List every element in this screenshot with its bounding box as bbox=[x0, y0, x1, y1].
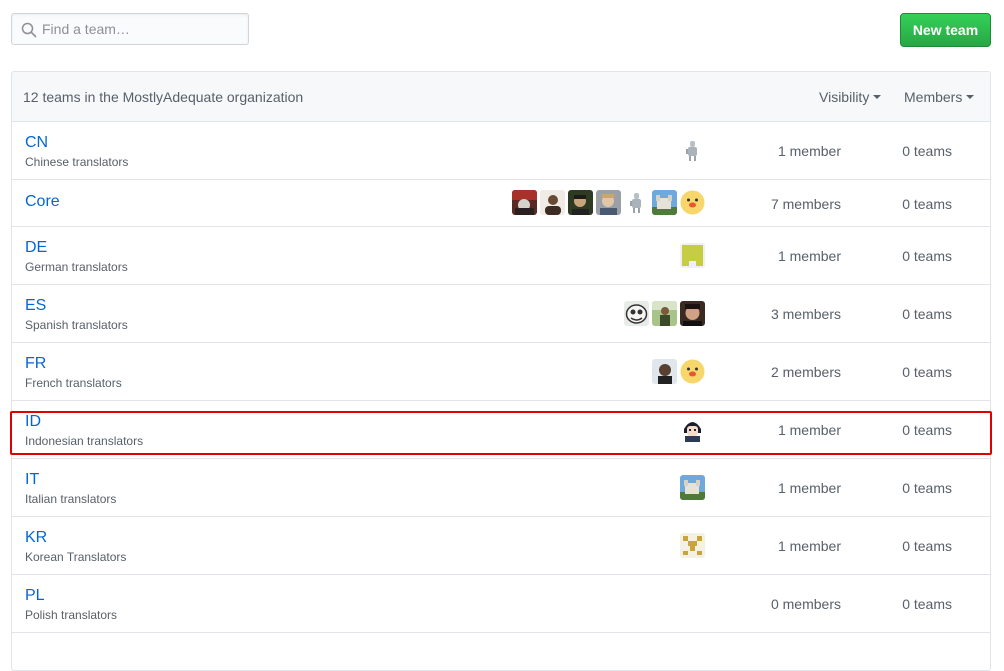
child-team-count-link[interactable]: 0 teams bbox=[902, 364, 952, 380]
member-avatars bbox=[680, 475, 705, 501]
member-avatars bbox=[680, 533, 705, 559]
member-count-link[interactable]: 2 members bbox=[771, 364, 841, 380]
team-name-link[interactable]: ID bbox=[25, 413, 41, 431]
avatar[interactable] bbox=[512, 190, 537, 215]
teams-list-header: 12 teams in the MostlyAdequate organizat… bbox=[12, 72, 990, 122]
child-team-count-link[interactable]: 0 teams bbox=[902, 306, 952, 322]
avatar[interactable] bbox=[652, 190, 677, 215]
team-row: PL Polish translators 0 members 0 teams bbox=[12, 575, 990, 633]
team-name-link[interactable]: Core bbox=[25, 193, 60, 211]
avatar[interactable] bbox=[624, 301, 649, 326]
member-avatars bbox=[652, 359, 705, 385]
avatar[interactable] bbox=[680, 301, 705, 326]
team-search-box[interactable] bbox=[11, 13, 249, 45]
search-icon bbox=[21, 22, 37, 38]
avatar[interactable] bbox=[680, 243, 705, 268]
child-team-count-link[interactable]: 0 teams bbox=[902, 480, 952, 496]
team-row: CN Chinese translators 1 member 0 teams bbox=[12, 122, 990, 180]
member-count-link[interactable]: 1 member bbox=[778, 422, 841, 438]
child-team-count-link[interactable]: 0 teams bbox=[902, 196, 952, 212]
avatar[interactable] bbox=[540, 190, 565, 215]
team-description: French translators bbox=[25, 376, 122, 390]
team-name-link[interactable]: ES bbox=[25, 297, 46, 315]
child-team-count-link[interactable]: 0 teams bbox=[902, 538, 952, 554]
avatar[interactable] bbox=[680, 190, 705, 215]
team-description: Italian translators bbox=[25, 492, 117, 506]
member-count-link[interactable]: 3 members bbox=[771, 306, 841, 322]
member-count-link[interactable]: 0 members bbox=[771, 596, 841, 612]
avatar[interactable] bbox=[596, 190, 621, 215]
team-row: ES Spanish translators 3 members 0 teams bbox=[12, 285, 990, 343]
child-team-count-link[interactable]: 0 teams bbox=[902, 143, 952, 159]
member-count-link[interactable]: 1 member bbox=[778, 480, 841, 496]
team-name-link[interactable]: IT bbox=[25, 471, 39, 489]
caret-down-icon bbox=[873, 95, 882, 100]
team-description: Chinese translators bbox=[25, 155, 129, 169]
team-description: Polish translators bbox=[25, 608, 118, 622]
child-team-count-link[interactable]: 0 teams bbox=[902, 422, 952, 438]
team-row: KR Korean Translators 1 member 0 teams bbox=[12, 517, 990, 575]
avatar[interactable] bbox=[652, 301, 677, 326]
child-team-count-link[interactable]: 0 teams bbox=[902, 596, 952, 612]
avatar[interactable] bbox=[680, 533, 705, 558]
team-name-link[interactable]: FR bbox=[25, 355, 46, 373]
avatar[interactable] bbox=[680, 359, 705, 384]
visibility-label: Visibility bbox=[819, 89, 870, 105]
team-row: ID Indonesian translators 1 member 0 teams bbox=[12, 401, 990, 459]
team-name-link[interactable]: KR bbox=[25, 529, 47, 547]
team-row: Core 7 members 0 teams bbox=[12, 180, 990, 227]
members-dropdown[interactable]: Members bbox=[904, 89, 975, 105]
member-avatars bbox=[512, 190, 705, 216]
visibility-dropdown[interactable]: Visibility bbox=[819, 89, 882, 105]
team-name-link[interactable]: PL bbox=[25, 587, 45, 605]
new-team-button[interactable]: New team bbox=[900, 13, 991, 47]
team-description: Spanish translators bbox=[25, 318, 128, 332]
avatar[interactable] bbox=[652, 359, 677, 384]
team-description: Indonesian translators bbox=[25, 434, 144, 448]
team-row: IT Italian translators 1 member 0 teams bbox=[12, 459, 990, 517]
teams-rows: CN Chinese translators 1 member 0 teams Core… bbox=[12, 122, 990, 633]
teams-list: 12 teams in the MostlyAdequate organizat… bbox=[11, 71, 991, 671]
team-description: German translators bbox=[25, 260, 128, 274]
avatar[interactable] bbox=[680, 417, 705, 442]
member-avatars bbox=[680, 243, 705, 269]
member-avatars bbox=[680, 138, 705, 164]
member-count-link[interactable]: 7 members bbox=[771, 196, 841, 212]
team-name-link[interactable]: CN bbox=[25, 134, 48, 152]
team-row: DE German translators 1 member 0 teams bbox=[12, 227, 990, 285]
avatar[interactable] bbox=[680, 475, 705, 500]
caret-down-icon bbox=[966, 95, 975, 100]
team-description: Korean Translators bbox=[25, 550, 127, 564]
teams-count-summary: 12 teams in the MostlyAdequate organizat… bbox=[23, 89, 304, 105]
member-avatars bbox=[680, 417, 705, 443]
member-count-link[interactable]: 1 member bbox=[778, 248, 841, 264]
members-label: Members bbox=[904, 89, 963, 105]
avatar[interactable] bbox=[624, 190, 649, 215]
team-name-link[interactable]: DE bbox=[25, 239, 47, 257]
avatar[interactable] bbox=[680, 138, 705, 163]
search-input[interactable] bbox=[42, 14, 242, 44]
avatar[interactable] bbox=[568, 190, 593, 215]
child-team-count-link[interactable]: 0 teams bbox=[902, 248, 952, 264]
member-avatars bbox=[624, 301, 705, 327]
member-count-link[interactable]: 1 member bbox=[778, 538, 841, 554]
team-row: FR French translators 2 members 0 teams bbox=[12, 343, 990, 401]
member-count-link[interactable]: 1 member bbox=[778, 143, 841, 159]
